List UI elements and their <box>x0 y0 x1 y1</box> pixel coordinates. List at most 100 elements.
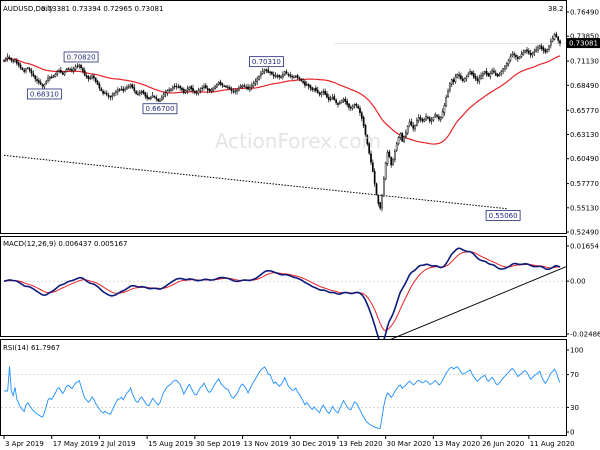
candle-body <box>533 51 536 54</box>
candle <box>258 75 260 81</box>
candle-body <box>291 75 293 78</box>
candle-body <box>559 40 561 44</box>
candle-body <box>474 76 477 80</box>
candle-body <box>458 74 460 77</box>
candle-body <box>261 71 264 74</box>
candle-body <box>91 75 93 79</box>
candle-body <box>177 86 180 88</box>
candle-body <box>144 92 147 97</box>
candle-body <box>245 86 248 88</box>
candle-body <box>252 83 255 87</box>
candle-body <box>173 85 176 88</box>
candle-body <box>515 55 517 58</box>
swing-label-text: 0.70310 <box>252 58 281 66</box>
candle-body <box>315 87 317 91</box>
x-tick-label: 15 Aug 2019 <box>148 440 193 448</box>
candle-body <box>382 178 385 197</box>
candle-body <box>135 91 137 94</box>
price-y-tick-label: 0.71130 <box>570 58 599 66</box>
candle-body <box>50 76 53 79</box>
candle-body <box>107 94 110 97</box>
candle-body <box>232 91 235 93</box>
candle-body <box>216 84 218 88</box>
candle-body <box>379 202 382 209</box>
candle-body <box>305 84 308 86</box>
candle-body <box>412 125 415 129</box>
candle-body <box>359 108 361 113</box>
candle-body <box>485 71 488 75</box>
candle-body <box>436 115 438 117</box>
candle-body <box>124 88 126 91</box>
candle-body <box>504 65 506 70</box>
candle-body <box>38 80 40 83</box>
candle-body <box>416 119 418 126</box>
candle-body <box>212 87 215 91</box>
rsi-y-tick-label: 100 <box>570 347 583 355</box>
candle-body <box>254 81 257 84</box>
candle-body <box>428 117 431 122</box>
candle-body <box>133 87 136 91</box>
price-y-tick-label: 0.52490 <box>570 229 599 237</box>
swing-label: 0.66700 <box>142 103 178 115</box>
candle-body <box>276 75 279 77</box>
candle <box>382 175 385 198</box>
price-y-tick-label: 0.68490 <box>570 82 599 90</box>
candle-body <box>355 103 358 106</box>
candle-body <box>247 86 249 90</box>
candle-body <box>96 80 99 85</box>
candle-body <box>353 104 356 106</box>
candle-body <box>390 156 393 166</box>
candle-body <box>527 50 530 54</box>
candle-body <box>221 83 224 86</box>
candle <box>384 161 387 181</box>
candle-body <box>296 75 299 79</box>
candle-body <box>199 88 202 91</box>
watermark: ActionForex.com <box>215 129 381 153</box>
candle-body <box>201 87 204 89</box>
candle-body <box>56 71 59 75</box>
candle-body <box>326 93 328 98</box>
candle-body <box>337 103 339 105</box>
macd-panel: MACD(12,26,9) 0.006437 0.005167 0.016540… <box>0 236 600 344</box>
candle-body <box>516 56 519 59</box>
candle-body <box>465 76 468 79</box>
candle-body <box>43 84 46 88</box>
candle-body <box>553 34 556 40</box>
candle-body <box>225 85 227 88</box>
candle-body <box>113 93 115 96</box>
candle-body <box>505 62 508 67</box>
candle-body <box>170 88 172 91</box>
candle-body <box>179 85 182 89</box>
x-tick-label: 30 Sep 2019 <box>196 440 240 448</box>
candle-body <box>171 86 174 90</box>
candle-body <box>399 133 402 138</box>
candle-body <box>388 151 391 157</box>
candle-body <box>522 51 525 56</box>
candle-body <box>381 194 383 209</box>
candle-body <box>195 92 198 94</box>
candle-body <box>111 95 114 98</box>
candle-body <box>238 87 240 91</box>
candle-body <box>182 88 185 93</box>
candle-body <box>373 171 376 184</box>
candle-body <box>460 75 462 80</box>
candle-body <box>65 69 68 72</box>
price-corner-value: 38.2 <box>548 5 564 13</box>
candle-body <box>287 73 290 76</box>
rsi-y-axis: 100 70 30 0 <box>566 347 583 437</box>
macd-title: MACD(12,26,9) 0.006437 0.005167 <box>3 240 127 248</box>
swing-label-text: 0.66700 <box>145 105 174 113</box>
candle-body <box>63 72 66 76</box>
candle-body <box>476 78 479 81</box>
candle-body <box>443 105 446 113</box>
candle-body <box>331 96 334 99</box>
candle-body <box>8 57 11 59</box>
x-tick-label: 30 Mar 2020 <box>387 440 431 448</box>
candle-body <box>140 91 143 93</box>
candle-body <box>338 102 341 104</box>
candle-body <box>494 72 497 76</box>
candle-body <box>3 60 5 62</box>
x-tick-label: 2 Jul 2019 <box>100 440 135 448</box>
candle-body <box>274 74 277 77</box>
candle-body <box>27 67 29 69</box>
